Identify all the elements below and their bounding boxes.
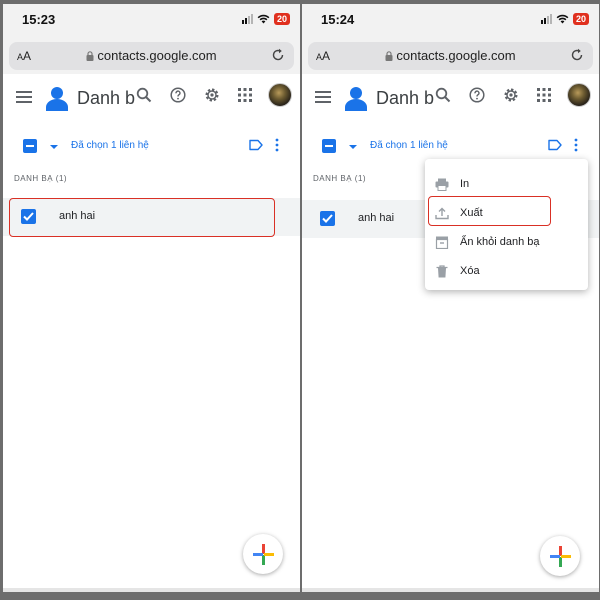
menu-item-label: In — [460, 178, 470, 190]
app-title: Danh b — [77, 88, 136, 108]
status-icons: 20 — [540, 13, 589, 25]
create-contact-fab[interactable] — [243, 534, 283, 574]
select-dropdown-icon[interactable] — [50, 145, 58, 149]
label-icon[interactable] — [548, 139, 562, 151]
left-phone-screen: 15:23 20 AA contacts.google.com Danh b Đ… — [3, 4, 300, 592]
contact-checkbox[interactable] — [320, 211, 335, 226]
menu-item-label: Ẩn khỏi danh bạ — [460, 236, 540, 248]
contact-name: anh hai — [358, 212, 395, 224]
reload-icon[interactable] — [270, 47, 286, 63]
trash-icon — [436, 265, 448, 278]
search-icon[interactable] — [435, 87, 451, 103]
selection-count: Đã chọn 1 liên hệ — [370, 140, 448, 151]
more-vert-icon[interactable] — [573, 138, 579, 152]
menu-item-hide[interactable]: Ẩn khỏi danh bạ — [425, 228, 588, 257]
section-title: DANH BẠ (1) — [313, 174, 367, 183]
browser-bar: AA contacts.google.com — [302, 38, 599, 74]
highlight-box — [428, 196, 551, 226]
select-all-checkbox[interactable] — [23, 139, 37, 153]
signal-icon — [540, 14, 552, 24]
url-display[interactable]: contacts.google.com — [9, 48, 294, 63]
menu-icon[interactable] — [16, 91, 32, 103]
status-time: 15:24 — [321, 12, 355, 27]
highlight-box — [9, 198, 275, 237]
help-icon[interactable] — [170, 87, 186, 103]
check-icon — [322, 214, 333, 223]
section-title: DANH BẠ (1) — [14, 174, 68, 183]
app-bar: Danh b — [302, 74, 599, 122]
select-dropdown-icon[interactable] — [349, 145, 357, 149]
status-icons: 20 — [241, 13, 290, 25]
browser-bar: AA contacts.google.com — [3, 38, 300, 74]
settings-gear-icon[interactable] — [503, 87, 519, 103]
menu-item-label: Xóa — [460, 265, 480, 277]
search-icon[interactable] — [136, 87, 152, 103]
status-bar: 15:23 20 — [3, 4, 300, 38]
reload-icon[interactable] — [569, 47, 585, 63]
lock-icon — [385, 51, 393, 61]
label-icon[interactable] — [249, 139, 263, 151]
select-all-checkbox[interactable] — [322, 139, 336, 153]
wifi-icon — [257, 14, 270, 24]
signal-icon — [241, 14, 253, 24]
lock-icon — [86, 51, 94, 61]
url-text: contacts.google.com — [97, 48, 217, 63]
apps-grid-icon[interactable] — [536, 87, 552, 103]
address-bar[interactable]: AA contacts.google.com — [308, 42, 593, 70]
battery-badge: 20 — [273, 13, 290, 25]
right-phone-screen: 15:24 20 AA contacts.google.com Danh b Đ… — [302, 4, 599, 592]
url-text: contacts.google.com — [396, 48, 516, 63]
avatar[interactable] — [268, 83, 292, 107]
contacts-logo-icon — [46, 87, 68, 111]
help-icon[interactable] — [469, 87, 485, 103]
wifi-icon — [556, 14, 569, 24]
section-header: DANH BẠ (1) — [3, 168, 300, 190]
app-bar: Danh b — [3, 74, 300, 122]
url-display[interactable]: contacts.google.com — [308, 48, 593, 63]
more-vert-icon[interactable] — [274, 138, 280, 152]
print-icon — [435, 178, 449, 191]
menu-icon[interactable] — [315, 91, 331, 103]
menu-item-delete[interactable]: Xóa — [425, 257, 588, 286]
apps-grid-icon[interactable] — [237, 87, 253, 103]
status-bar: 15:24 20 — [302, 4, 599, 38]
battery-badge: 20 — [572, 13, 589, 25]
contacts-logo-icon — [345, 87, 367, 111]
selection-count: Đã chọn 1 liên hệ — [71, 140, 149, 151]
address-bar[interactable]: AA contacts.google.com — [9, 42, 294, 70]
hide-icon — [435, 236, 449, 249]
create-contact-fab[interactable] — [540, 536, 580, 576]
menu-item-print[interactable]: In — [425, 170, 588, 199]
app-title: Danh b — [376, 88, 435, 108]
settings-gear-icon[interactable] — [204, 87, 220, 103]
status-time: 15:23 — [22, 12, 56, 27]
selection-toolbar: Đã chọn 1 liên hệ — [3, 122, 300, 168]
avatar[interactable] — [567, 83, 591, 107]
